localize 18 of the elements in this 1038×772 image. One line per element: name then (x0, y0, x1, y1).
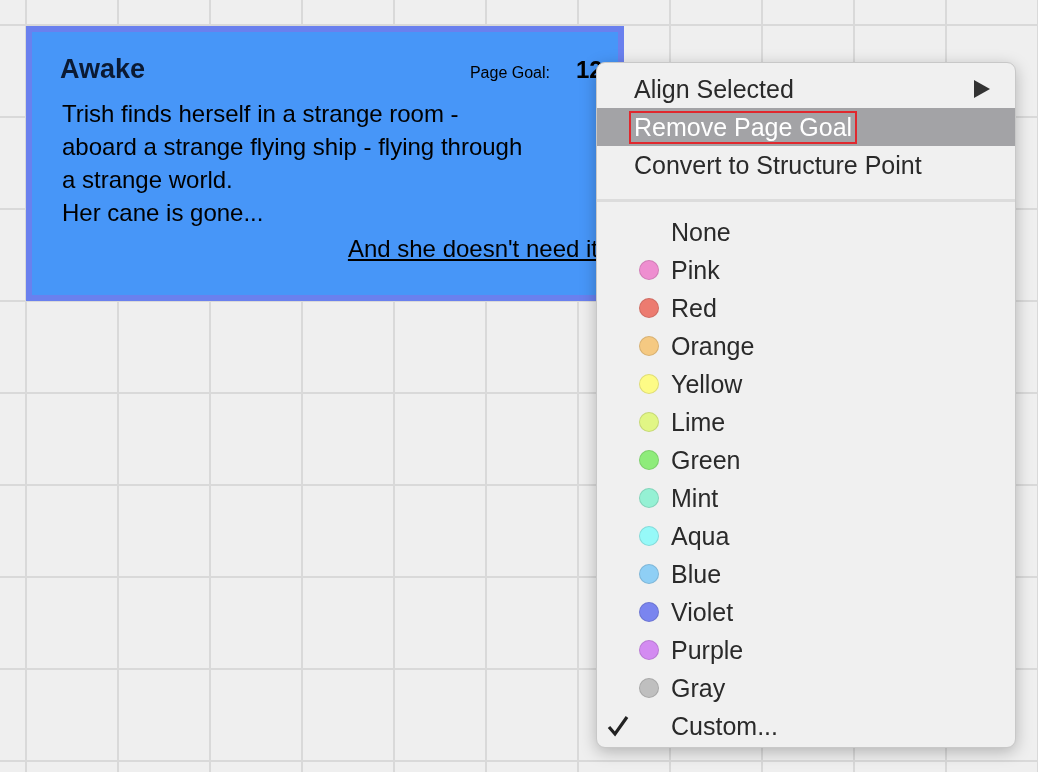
menu-item[interactable]: Blue (597, 555, 1015, 593)
page-goal-label: Page Goal: (469, 64, 550, 82)
menu-item[interactable]: Violet (597, 593, 1015, 631)
menu-item[interactable]: Purple (597, 631, 1015, 669)
card-text-line: Her cane is gone... (62, 198, 265, 228)
submenu-arrow-icon (973, 79, 991, 99)
menu-item[interactable]: Lime (597, 403, 1015, 441)
menu-item[interactable]: Gray (597, 669, 1015, 707)
menu-item[interactable]: Custom... (597, 707, 1015, 745)
menu-item[interactable]: Orange (597, 327, 1015, 365)
menu-item[interactable]: Yellow (597, 365, 1015, 403)
card-text-line: a strange world. (62, 165, 234, 195)
menu-item[interactable]: Green (597, 441, 1015, 479)
card-text-line: Trish finds herself in a strange room - (62, 99, 460, 129)
menu-item[interactable]: Aqua (597, 517, 1015, 555)
card-title: Awake (60, 54, 146, 85)
menu-item[interactable]: Mint (597, 479, 1015, 517)
card-text-line: aboard a strange flying ship - flying through (62, 132, 524, 162)
